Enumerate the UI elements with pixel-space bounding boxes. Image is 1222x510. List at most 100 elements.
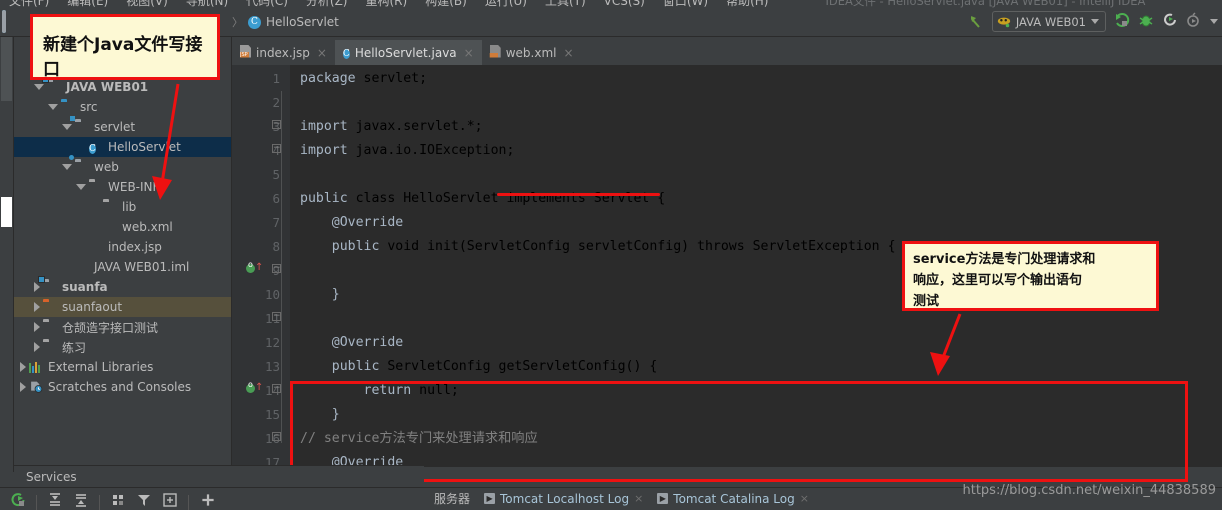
twisty-expanded-icon[interactable] [62, 124, 72, 130]
project-tree[interactable]: .ideaJAVA WEBJAVA WEB01srcservletCHelloS… [14, 37, 231, 397]
debug-bug-icon[interactable] [1138, 12, 1154, 32]
code-line-4[interactable]: import java.io.IOException; [300, 139, 514, 163]
tree-node-index-jsp[interactable]: JSPindex.jsp [14, 237, 231, 257]
tree-node-src[interactable]: src [14, 97, 231, 117]
fold-marker-getconfig[interactable]: − [272, 384, 281, 393]
twisty-expanded-icon[interactable] [76, 184, 86, 190]
code-line-13[interactable]: public ServletConfig getServletConfig() … [300, 355, 657, 379]
code-line-1[interactable]: package servlet; [300, 67, 427, 91]
gutter-override-marker-line8[interactable]: ↑ [246, 262, 260, 276]
gutter-override-marker-line13[interactable]: ↑ [246, 382, 260, 396]
fold-marker-getconfig-end[interactable]: − [272, 432, 281, 441]
tree-node-web-inf[interactable]: WEB-INF [14, 177, 231, 197]
rerun-service-icon[interactable] [10, 492, 26, 510]
twisty-expanded-icon[interactable] [48, 104, 58, 110]
collapse-all-icon[interactable] [73, 492, 89, 510]
add-service-icon[interactable] [162, 492, 178, 510]
twisty-collapsed-icon[interactable] [34, 322, 40, 332]
project-tool-tab[interactable] [1, 37, 12, 101]
menu-item-7[interactable]: 构建(B) [416, 0, 476, 9]
code-line-8[interactable]: public void init(ServletConfig servletCo… [300, 235, 896, 259]
server-log-tab-0[interactable]: ▶Tomcat Localhost Log× [484, 492, 643, 506]
tree-node-scratches-and-consoles[interactable]: Scratches and Consoles [14, 377, 231, 397]
code-line-12[interactable]: @Override [300, 331, 403, 355]
menu-item-1[interactable]: 编辑(E) [58, 0, 117, 9]
fold-marker-init[interactable]: − [272, 264, 281, 273]
project-view-icon[interactable] [2, 12, 20, 30]
back-arrow-icon[interactable] [968, 14, 984, 30]
code-line-6[interactable]: public class HelloServlet implements Ser… [300, 187, 665, 211]
rerun-icon[interactable] [1162, 12, 1178, 32]
annotation-note-right: service方法是专门处理请求和 响应，这里可以写个输出语句 测试 [902, 241, 1159, 311]
filter-icon[interactable] [136, 492, 152, 510]
twisty-expanded-icon[interactable] [62, 164, 72, 170]
window-title: IDEA文件 - HelloServlet.java [JAVA WEB01] … [825, 0, 1145, 9]
toolbar-separator-2 [99, 495, 100, 510]
twisty-collapsed-icon[interactable] [34, 302, 40, 312]
menu-item-9[interactable]: 工具(T) [536, 0, 595, 9]
toolbar-overflow-chevron-icon[interactable] [1210, 19, 1218, 24]
twisty-expanded-icon[interactable] [34, 84, 44, 90]
tree-node-suanfa[interactable]: suanfa [14, 277, 231, 297]
iml-file-icon [75, 260, 90, 274]
tree-node-web-xml[interactable]: web.xml [14, 217, 231, 237]
editor-vertical-scrollbar[interactable] [1212, 130, 1222, 467]
tree-node-java-web01-iml[interactable]: JAVA WEB01.iml [14, 257, 231, 277]
twisty-collapsed-icon[interactable] [20, 382, 26, 392]
coverage-icon[interactable] [1186, 12, 1202, 32]
expand-all-icon[interactable] [47, 492, 63, 510]
menu-item-4[interactable]: 代码(C) [237, 0, 297, 9]
line-number-8: 8 [272, 235, 280, 259]
breadcrumb-label[interactable]: HelloServlet [266, 15, 339, 29]
tree-node-web[interactable]: web [14, 157, 231, 177]
run-icon[interactable] [1114, 12, 1130, 32]
menu-item-11[interactable]: 窗口(W) [654, 0, 717, 9]
editor-tab-label: index.jsp [256, 46, 310, 60]
editor-tab-web-xml[interactable]: web.xml× [482, 40, 582, 65]
close-icon[interactable]: × [563, 46, 573, 60]
menu-item-3[interactable]: 导航(N) [177, 0, 237, 9]
services-tool-window-header[interactable]: Services [14, 465, 424, 487]
menu-item-12[interactable]: 帮助(H) [717, 0, 777, 9]
menu-item-10[interactable]: VCS(S) [595, 0, 654, 9]
close-icon[interactable]: × [800, 492, 809, 505]
tree-node-label: WEB-INF [108, 180, 159, 194]
structure-tool-tab[interactable] [1, 197, 12, 227]
twisty-collapsed-icon[interactable] [34, 342, 40, 352]
tree-node--[interactable]: 练习 [14, 337, 231, 357]
close-icon[interactable]: × [317, 46, 327, 60]
fold-marker-import2[interactable]: − [272, 144, 281, 153]
editor-tab-helloservlet-java[interactable]: CHelloServlet.java× [335, 40, 482, 65]
twisty-collapsed-icon[interactable] [34, 282, 40, 292]
editor-gutter[interactable]: 12345678910111213141516171819 ↑ ↑ ↑ − − … [232, 65, 290, 467]
code-line-7[interactable]: @Override [300, 211, 403, 235]
server-log-tab-1[interactable]: ▶Tomcat Catalina Log× [657, 492, 809, 506]
menu-item-8[interactable]: 运行(U) [476, 0, 536, 9]
tree-node-helloservlet[interactable]: CHelloServlet [14, 137, 231, 157]
toolbar-separator-3 [188, 495, 189, 510]
tree-node-external-libraries[interactable]: External Libraries [14, 357, 231, 377]
menu-item-0[interactable]: 文件(F) [0, 0, 58, 9]
code-line-10[interactable]: } [300, 283, 340, 307]
annotation-note-right-line2: 响应，这里可以写个输出语句 [913, 270, 1156, 291]
plus-icon[interactable] [199, 491, 217, 510]
close-icon[interactable]: × [464, 46, 474, 60]
run-configuration-selector[interactable]: JAVA WEB01 [992, 11, 1106, 32]
editor-tab-index-jsp[interactable]: JSPindex.jsp× [232, 40, 335, 65]
twisty-collapsed-icon[interactable] [20, 362, 26, 372]
fold-marker-imports[interactable]: − [272, 120, 281, 129]
menu-item-6[interactable]: 重构(R) [357, 0, 417, 9]
tree-node--[interactable]: 仓颉造字接口测试 [14, 317, 231, 337]
chevron-down-icon[interactable] [1091, 19, 1099, 24]
menu-item-5[interactable]: 分析(Z) [297, 0, 357, 9]
code-line-3[interactable]: import javax.servlet.*; [300, 115, 483, 139]
group-by-icon[interactable] [110, 492, 126, 510]
fold-marker-init-end[interactable]: − [272, 312, 281, 321]
xml-file-icon [103, 220, 118, 234]
close-icon[interactable]: × [634, 492, 643, 505]
tree-node-suanfaout[interactable]: suanfaout [14, 297, 231, 317]
tree-node-lib[interactable]: lib [14, 197, 231, 217]
tree-node-java-web01[interactable]: JAVA WEB01 [14, 77, 231, 97]
tree-node-servlet[interactable]: servlet [14, 117, 231, 137]
menu-item-2[interactable]: 视图(V) [117, 0, 177, 9]
